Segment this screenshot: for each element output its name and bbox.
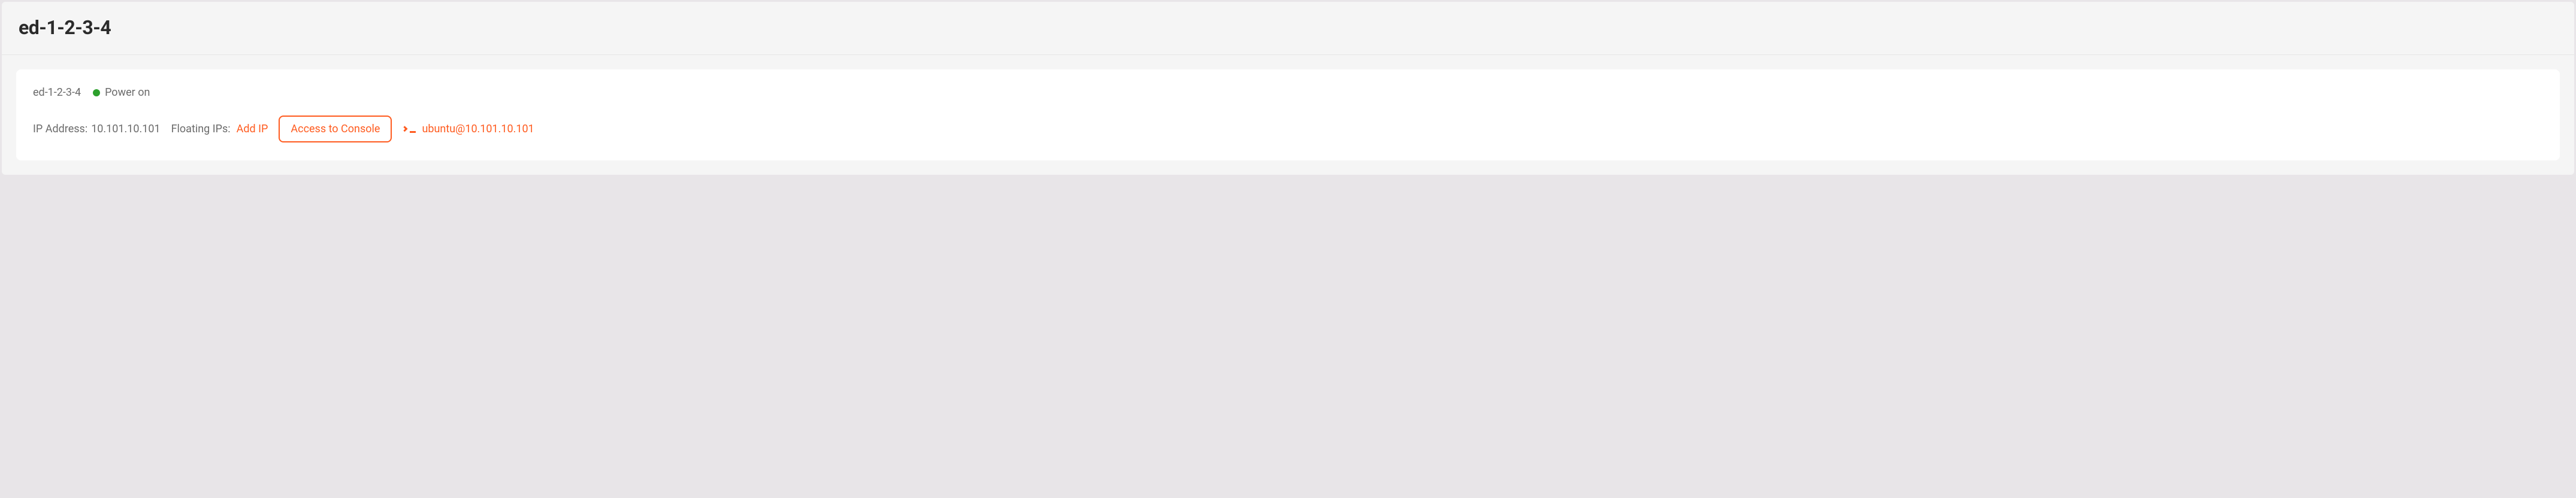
page-header: ed-1-2-3-4 [2,2,2574,55]
status-dot-icon [93,89,100,96]
info-row: IP Address: 10.101.10.101 Floating IPs: … [33,116,2543,142]
ssh-connection-group[interactable]: ubuntu@10.101.10.101 [403,123,534,135]
floating-ips-label: Floating IPs: [171,123,231,135]
access-console-button[interactable]: Access to Console [279,116,392,142]
page-title: ed-1-2-3-4 [19,16,2557,39]
content-area: ed-1-2-3-4 Power on IP Address: 10.101.1… [2,55,2574,175]
ssh-connection-string: ubuntu@10.101.10.101 [422,123,534,135]
status-label: Power on [105,86,150,99]
ip-address-value: 10.101.10.101 [91,123,160,135]
add-ip-link[interactable]: Add IP [237,123,268,135]
ip-address-label: IP Address: [33,123,87,135]
status-group: Power on [93,86,150,99]
status-row: ed-1-2-3-4 Power on [33,86,2543,99]
ip-address-group: IP Address: 10.101.10.101 [33,123,161,135]
floating-ips-group: Floating IPs: Add IP [171,123,268,135]
instance-card: ed-1-2-3-4 Power on IP Address: 10.101.1… [16,69,2560,160]
terminal-icon [403,124,416,134]
page-container: ed-1-2-3-4 ed-1-2-3-4 Power on IP Addres… [2,2,2574,175]
instance-name: ed-1-2-3-4 [33,86,81,99]
